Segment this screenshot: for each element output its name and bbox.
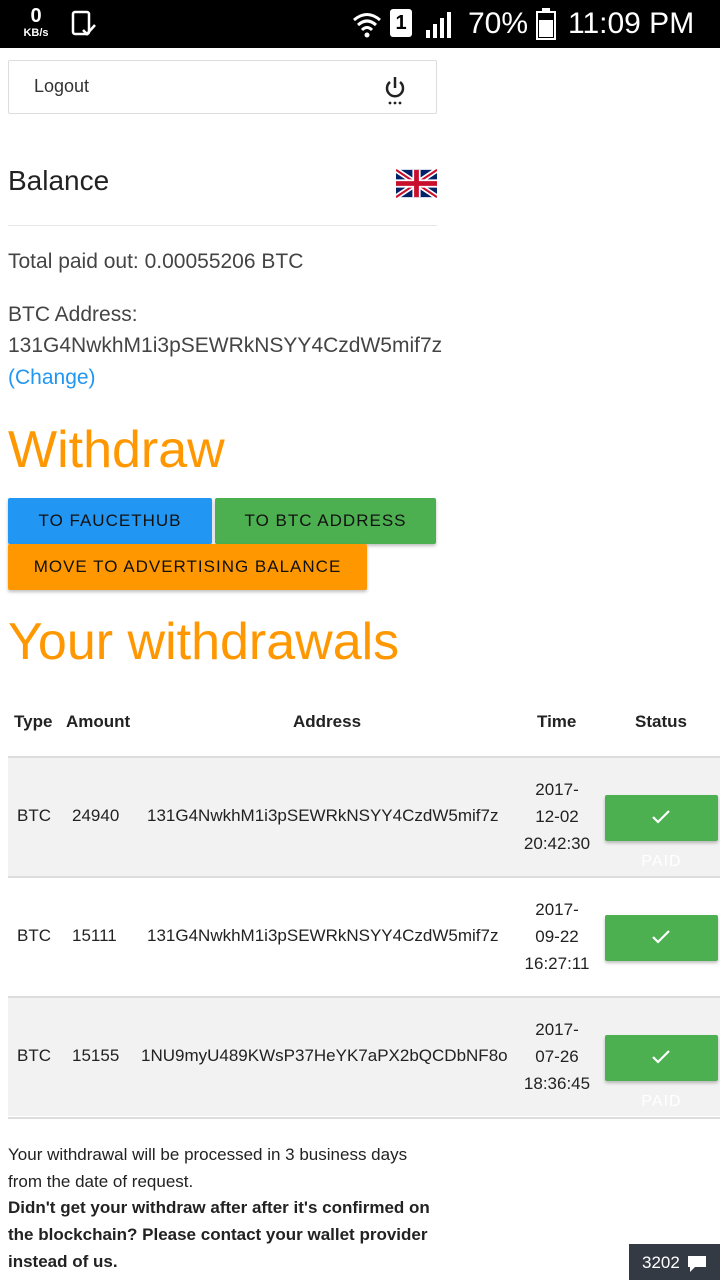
table-bottom-divider — [8, 1117, 720, 1119]
logout-label: Logout — [34, 76, 90, 96]
cell-time: 2017- 12-02 20:42:30 — [517, 776, 597, 857]
column-header-time: Time — [537, 712, 577, 731]
cell-time: 2017- 09-22 16:27:11 — [517, 896, 597, 977]
total-paid-text: Total paid out: 0.00055206 BTC — [8, 250, 304, 273]
checkmark-icon — [652, 930, 670, 944]
wifi-icon — [353, 13, 381, 38]
to-btc-address-button[interactable]: TO BTC ADDRESS — [215, 498, 436, 544]
withdrawals-heading: Your withdrawals — [8, 613, 400, 671]
device-check-icon — [71, 10, 96, 36]
status-paid-label: PAID — [641, 1093, 682, 1110]
move-to-advertising-button[interactable]: MOVE TO ADVERTISING BALANCE — [8, 544, 367, 590]
network-speed-unit: KB/s — [23, 27, 49, 39]
cell-address: 131G4NwkhM1i3pSEWRkNSYY4CzdW5mif7z — [147, 806, 499, 825]
processing-note-line-1: Your withdrawal will be processed in 3 b… — [8, 1145, 408, 1164]
table-row: BTC 15111 131G4NwkhM1i3pSEWRkNSYY4CzdW5m… — [8, 876, 720, 996]
chat-bubble-icon — [688, 1256, 706, 1272]
time-clock: 18:36:45 — [523, 1074, 591, 1093]
divider — [8, 225, 437, 226]
contact-note-line-1: Didn't get your withdraw after after it'… — [8, 1198, 430, 1217]
sim-slot-indicator: 1 — [390, 9, 412, 37]
status-bar: 0 KB/s 1 70% 11:09 PM — [0, 0, 720, 48]
signal-icon — [426, 12, 451, 38]
cell-type: BTC — [17, 926, 51, 945]
column-header-amount: Amount — [66, 712, 131, 731]
contact-note-line-2: the blockchain? Please contact your wall… — [8, 1225, 428, 1244]
time-year: 2017- — [535, 1020, 579, 1039]
contact-note-line-3: instead of us. — [8, 1252, 118, 1271]
time-date: 12-02 — [535, 807, 579, 826]
time-year: 2017- — [535, 900, 579, 919]
power-icon — [385, 77, 405, 105]
cell-time: 2017- 07-26 18:36:45 — [517, 1016, 597, 1097]
time-date: 09-22 — [535, 927, 579, 946]
contact-note: Didn't get your withdraw after after it'… — [8, 1194, 448, 1275]
withdraw-heading: Withdraw — [8, 421, 225, 479]
cell-type: BTC — [17, 1046, 51, 1065]
change-address-link[interactable]: (Change) — [8, 366, 96, 390]
processing-note-line-2: from the date of request. — [8, 1172, 194, 1191]
cell-type: BTC — [17, 806, 51, 825]
status-paid-label: PAID — [641, 853, 682, 870]
network-speed: 0 KB/s — [20, 6, 52, 39]
btc-address-value: 131G4NwkhM1i3pSEWRkNSYY4CzdW5mif7z — [8, 334, 443, 357]
column-header-type: Type — [14, 712, 53, 731]
status-paid-label: PAID — [641, 973, 682, 990]
cell-address: 131G4NwkhM1i3pSEWRkNSYY4CzdW5mif7z — [147, 926, 499, 945]
status-paid-button[interactable] — [605, 1035, 718, 1081]
cell-amount: 15155 — [72, 1046, 120, 1065]
cell-address: 1NU9myU489KWsP37HeYK7aPX2bQCDbNF8o — [141, 1046, 508, 1065]
logout-button[interactable]: Logout — [8, 60, 437, 114]
to-faucethub-button[interactable]: TO FAUCETHUB — [8, 498, 212, 544]
checkmark-icon — [652, 810, 670, 824]
column-header-status: Status — [635, 712, 687, 731]
checkmark-icon — [652, 1050, 670, 1064]
battery-percent: 70% — [468, 7, 529, 40]
table-row: BTC 15155 1NU9myU489KWsP37HeYK7aPX2bQCDb… — [8, 996, 720, 1116]
battery-icon — [536, 8, 556, 40]
chat-widget[interactable]: 3202 — [629, 1244, 720, 1280]
cell-amount: 15111 — [72, 926, 117, 945]
status-paid-button[interactable] — [605, 795, 718, 841]
balance-title: Balance — [8, 165, 110, 196]
table-row: BTC 24940 131G4NwkhM1i3pSEWRkNSYY4CzdW5m… — [8, 756, 720, 876]
clock: 11:09 PM — [568, 7, 695, 40]
chat-count: 3202 — [642, 1253, 680, 1272]
processing-note: Your withdrawal will be processed in 3 b… — [8, 1141, 448, 1195]
column-header-address: Address — [293, 712, 362, 731]
uk-flag-icon[interactable] — [396, 169, 437, 198]
time-clock: 16:27:11 — [524, 954, 590, 973]
time-date: 07-26 — [535, 1047, 579, 1066]
btc-address-label: BTC Address: — [8, 303, 138, 326]
time-year: 2017- — [535, 780, 579, 799]
cell-amount: 24940 — [72, 806, 120, 825]
status-paid-button[interactable] — [605, 915, 718, 961]
time-clock: 20:42:30 — [523, 834, 591, 853]
network-speed-value: 0 — [30, 5, 42, 27]
